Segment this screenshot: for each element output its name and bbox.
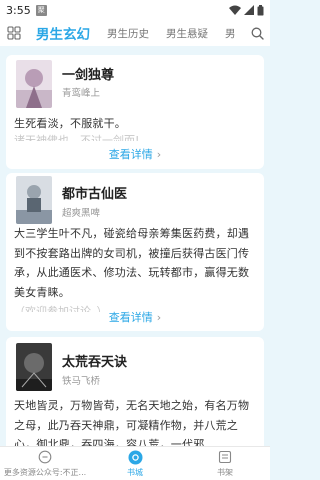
tab-male-fantasy[interactable]: 男生玄幻 [36, 23, 90, 43]
tab-more-resources-label: 更多资源公众号:不正... [3, 467, 87, 477]
book-list: 一剑独尊 青鸾峰上 生死看淡，不服就干。 诸天神佛也，不过一剑而! 查看详情 › … [0, 46, 270, 446]
tab-bookshelf[interactable]: 书架 [180, 447, 270, 480]
tab-more-resources[interactable]: 更多资源公众号:不正... [0, 447, 90, 480]
book-author: 铁马飞桥 [62, 376, 101, 387]
category-tabs: 男生玄幻 男生历史 男生悬疑 男 [28, 20, 244, 46]
tab-male-history[interactable]: 男生历史 [107, 26, 149, 41]
bookshelf-icon [218, 450, 232, 464]
view-details-link[interactable]: 查看详情 › [6, 309, 264, 325]
compass-icon [38, 450, 52, 464]
tab-male-more[interactable]: 男 [225, 26, 236, 41]
book-title[interactable]: 一剑独尊 [62, 64, 114, 83]
status-time: 3:55 [6, 3, 31, 17]
book-author: 超爽黑啤 [62, 208, 101, 219]
search-icon [251, 27, 264, 40]
book-title[interactable]: 太荒吞天诀 [62, 351, 127, 370]
battery-icon [257, 4, 264, 15]
category-nav: 男生玄幻 男生历史 男生悬疑 男 [0, 20, 270, 46]
tab-bookshelf-label: 书架 [217, 467, 233, 477]
book-card[interactable]: 太荒吞天诀 铁马飞桥 天地皆灵，万物皆苟，无名天地之始，有名万物之母，此乃吞天神… [6, 337, 264, 446]
view-details-label: 查看详情 [108, 148, 153, 161]
view-details-label: 查看详情 [108, 311, 153, 324]
status-bar: 3:55 聚 [0, 0, 270, 20]
view-details-link[interactable]: 查看详情 › [6, 146, 264, 162]
bottom-nav: 更多资源公众号:不正... 书城 书架 [0, 446, 270, 480]
signal-icon [244, 5, 254, 15]
search-button[interactable] [244, 20, 270, 46]
book-cover[interactable] [16, 60, 52, 108]
chevron-right-icon: › [156, 148, 162, 161]
grid-icon [7, 26, 21, 40]
book-cover[interactable] [16, 343, 52, 391]
book-description: 大三学生叶不凡，碰瓷给母亲筹集医药费，却遇到不按套路出牌的女司机，被撞后获得古医… [14, 227, 250, 299]
book-title[interactable]: 都市古仙医 [62, 183, 127, 202]
bookstore-icon [128, 450, 142, 464]
book-card[interactable]: 都市古仙医 超爽黑啤 大三学生叶不凡，碰瓷给母亲筹集医药费，却遇到不按套路出牌的… [6, 173, 264, 331]
tab-male-suspense[interactable]: 男生悬疑 [166, 26, 208, 41]
status-icons [229, 4, 264, 16]
tab-bookstore-label: 书城 [127, 467, 143, 477]
wifi-icon [229, 5, 241, 15]
notification-icon: 聚 [35, 4, 47, 16]
chevron-right-icon: › [156, 311, 162, 324]
book-description: 天地皆灵，万物皆苟，无名天地之始，有名万物之母，此乃吞天神鼎，可凝精作物，并八荒… [14, 399, 250, 446]
book-cover[interactable] [16, 176, 52, 224]
category-grid-button[interactable] [0, 20, 28, 46]
tab-bookstore[interactable]: 书城 [90, 447, 180, 480]
book-description-faded: 诸天神佛也，不过一剑而! [14, 134, 140, 141]
book-card[interactable]: 一剑独尊 青鸾峰上 生死看淡，不服就干。 诸天神佛也，不过一剑而! 查看详情 › [6, 55, 264, 169]
book-author: 青鸾峰上 [62, 88, 101, 99]
